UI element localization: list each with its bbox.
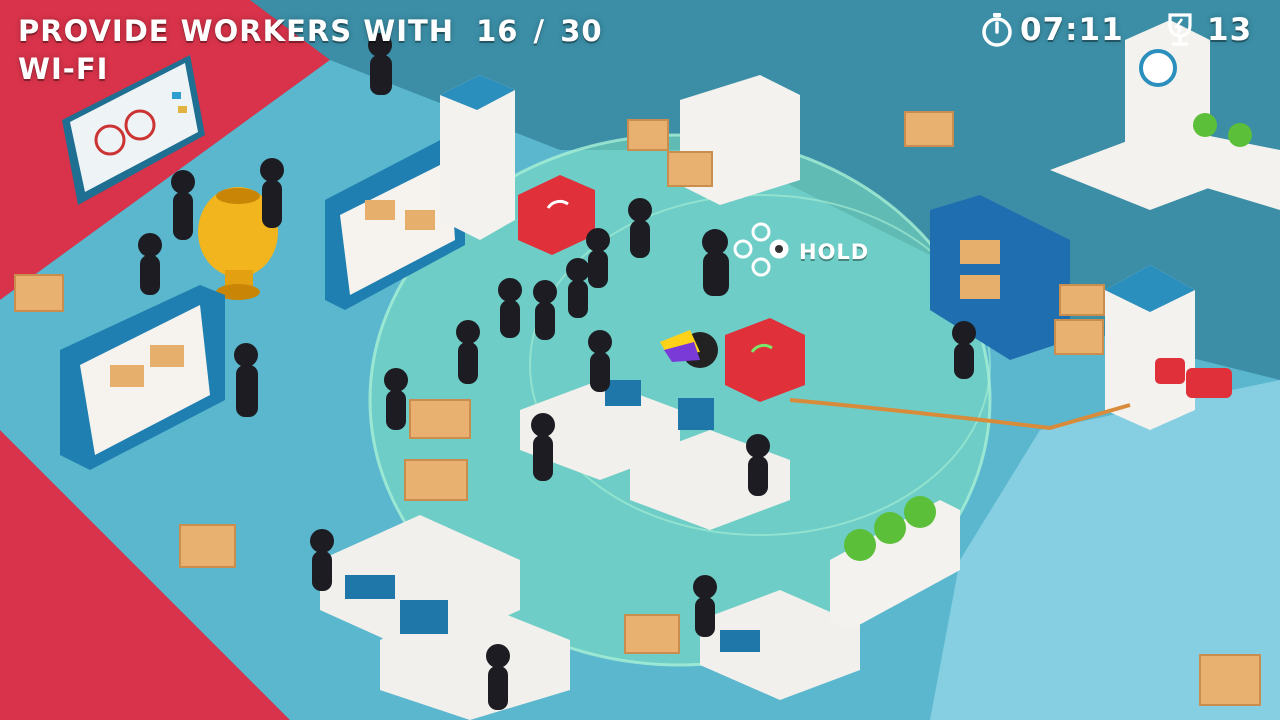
score-value: 13 bbox=[1207, 12, 1253, 48]
router-active[interactable] bbox=[725, 318, 805, 402]
timer-value: 07:11 bbox=[1020, 12, 1124, 48]
joystick-hold-icon bbox=[733, 222, 789, 277]
objective-panel: PROVIDE WORKERS WITH 16 / 30 WI-FI bbox=[18, 12, 603, 88]
objective-text: PROVIDE WORKERS WITH bbox=[18, 14, 455, 48]
hold-label: HOLD bbox=[799, 240, 870, 264]
objective-text-line2: WI-FI bbox=[18, 52, 109, 86]
game-scene[interactable] bbox=[0, 0, 1280, 720]
timer-display: 07:11 bbox=[980, 12, 1124, 48]
server-tower-left bbox=[440, 75, 515, 240]
hold-prompt[interactable]: HOLD bbox=[733, 222, 869, 282]
stopwatch-icon bbox=[982, 13, 1012, 47]
score-display: 13 bbox=[1163, 12, 1252, 48]
server-tower-right bbox=[1105, 265, 1195, 430]
objective-progress: 16 / 30 bbox=[476, 14, 603, 48]
trophy-bolt-icon bbox=[1168, 13, 1192, 46]
